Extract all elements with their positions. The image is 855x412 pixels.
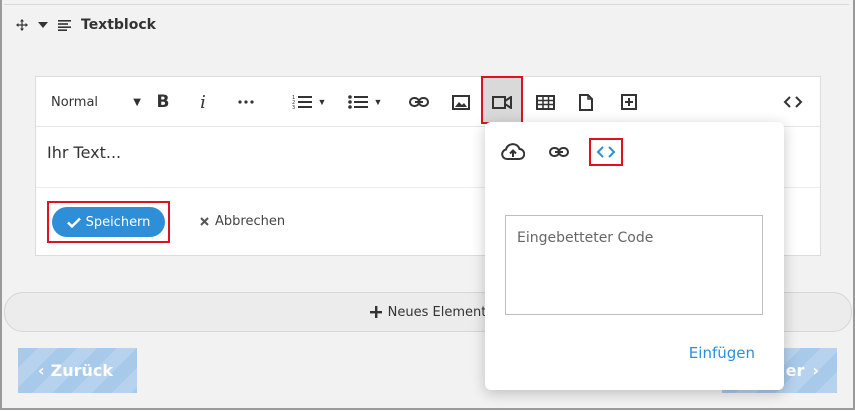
file-icon <box>579 93 593 111</box>
italic-button[interactable]: i <box>191 90 215 114</box>
block-header: Textblock <box>16 12 156 38</box>
source-code-button[interactable] <box>781 90 805 114</box>
add-box-button[interactable] <box>617 90 641 114</box>
italic-icon: i <box>200 91 206 113</box>
ordered-list-button[interactable]: 123 ▼ <box>286 90 332 114</box>
video-icon <box>492 95 512 109</box>
link-icon <box>409 97 429 107</box>
add-box-icon <box>621 94 637 110</box>
bullet-list-icon <box>347 95 368 109</box>
format-select-value: Normal <box>51 94 99 110</box>
editor-content[interactable]: Ihr Text... <box>47 143 121 162</box>
chevron-down-icon: ▼ <box>317 97 327 107</box>
chevron-left-icon: ‹ <box>38 361 45 380</box>
cancel-button-label: Abbrechen <box>215 214 286 229</box>
code-icon <box>596 146 616 158</box>
image-button[interactable] <box>449 90 473 114</box>
embed-code-input[interactable]: Eingebetteter Code <box>505 215 763 315</box>
lines-icon <box>58 19 71 31</box>
file-button[interactable] <box>574 90 598 114</box>
more-button[interactable] <box>234 90 258 114</box>
save-button[interactable]: Speichern <box>52 207 165 237</box>
video-button[interactable] <box>490 90 514 114</box>
back-button-label: Zurück <box>50 361 113 380</box>
more-icon <box>238 100 254 104</box>
table-button[interactable] <box>533 90 557 114</box>
chevron-down-icon: ▼ <box>133 96 141 108</box>
move-icon[interactable] <box>16 19 28 31</box>
bullet-list-button[interactable]: ▼ <box>342 90 388 114</box>
check-icon <box>66 217 81 228</box>
insert-button[interactable]: Einfügen <box>689 344 755 362</box>
save-button-highlight: Speichern <box>47 201 170 243</box>
close-icon <box>200 217 209 226</box>
format-select[interactable]: Normal ▼ <box>51 90 141 114</box>
code-icon <box>783 96 803 108</box>
upload-icon <box>501 143 525 161</box>
back-button[interactable]: ‹ Zurück <box>18 348 137 393</box>
chevron-right-icon: › <box>812 361 819 380</box>
bold-icon: B <box>156 92 170 112</box>
link-button[interactable] <box>407 90 431 114</box>
block-title: Textblock <box>81 17 156 33</box>
ordered-list-icon: 123 <box>292 95 312 110</box>
image-icon <box>452 94 470 110</box>
save-button-label: Speichern <box>85 214 151 230</box>
tab-code[interactable] <box>589 138 623 166</box>
next-button-label: er <box>785 361 805 380</box>
bold-button[interactable]: B <box>151 90 175 114</box>
cancel-button[interactable]: Abbrechen <box>200 214 285 229</box>
chevron-down-icon: ▼ <box>373 97 383 107</box>
plus-icon <box>369 306 382 318</box>
table-icon <box>535 94 555 110</box>
tab-link[interactable] <box>545 140 573 164</box>
editor-toolbar: Normal ▼ B i 123 ▼ ▼ <box>36 76 820 127</box>
link-icon <box>549 147 569 157</box>
svg-text:3: 3 <box>292 105 295 110</box>
embed-popup: Eingebetteter Code Einfügen <box>485 122 784 390</box>
caret-down-icon[interactable] <box>38 21 48 29</box>
tab-upload[interactable] <box>499 140 527 164</box>
add-element-label: Neues Element <box>387 304 487 320</box>
